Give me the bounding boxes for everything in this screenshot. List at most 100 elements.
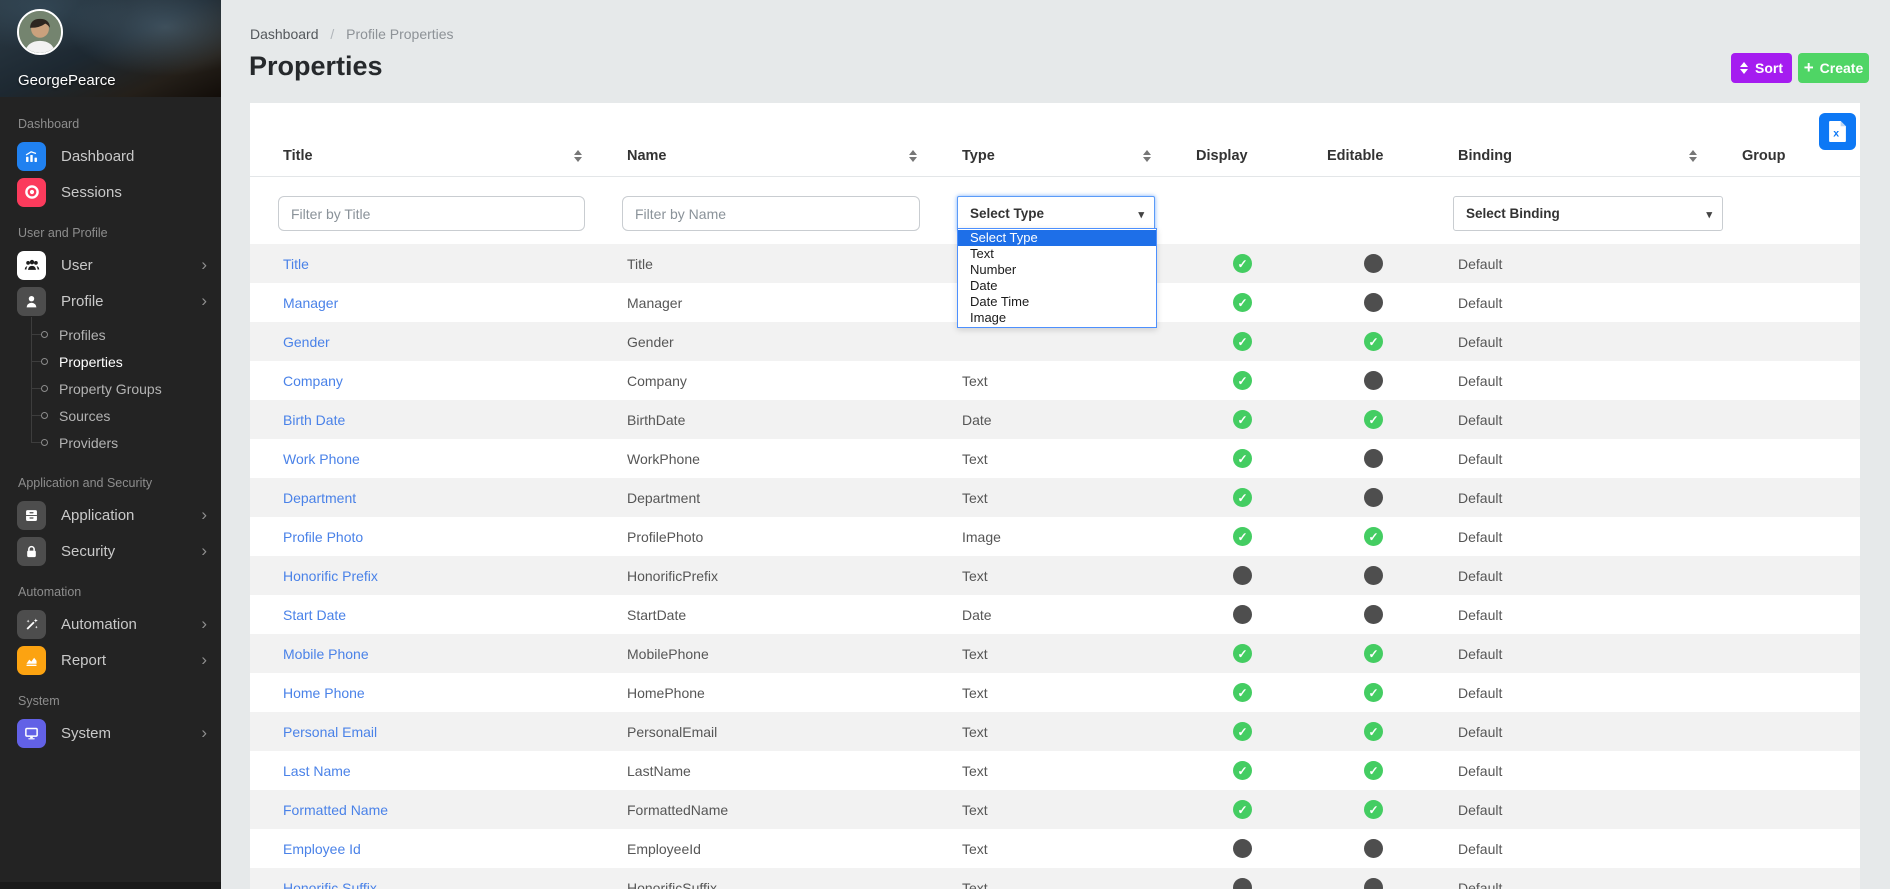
type-option[interactable]: Text [958,246,1156,262]
cell-editable [1294,478,1425,517]
cell-name: FormattedName [594,790,929,829]
property-title-link[interactable]: Honorific Prefix [283,568,378,584]
cell-editable [1294,790,1425,829]
sidebar-subitem-providers[interactable]: Providers [0,429,221,456]
user-name[interactable]: GeorgePearce [18,72,116,89]
cell-type: Date [929,595,1163,634]
property-title-link[interactable]: Work Phone [283,451,360,467]
table-row: Personal EmailPersonalEmailTextDefault [250,712,1860,751]
sidebar-item-user[interactable]: User [0,247,221,283]
column-header-label: Title [283,148,313,164]
cell-display [1163,439,1294,478]
sidebar-subitem-sources[interactable]: Sources [0,402,221,429]
sidebar-subitem-properties[interactable]: Properties [0,348,221,375]
sidebar-section-label: Automation [0,569,221,606]
cell-group [1709,517,1860,556]
filter-name-input[interactable] [622,196,920,231]
property-title-link[interactable]: Personal Email [283,724,377,740]
properties-table-card: x TitleNameTypeDisplayEditableBindingGro… [250,103,1860,889]
type-select[interactable]: Select Type [957,196,1155,231]
avatar[interactable] [17,9,63,55]
binding-select[interactable]: Select Binding [1453,196,1723,231]
property-title-link[interactable]: Manager [283,295,338,311]
users-icon [17,251,46,280]
table-row: Employee IdEmployeeIdTextDefault [250,829,1860,868]
cell-binding: Default [1425,400,1709,439]
column-header-name: Name [594,139,929,177]
cell-editable [1294,595,1425,634]
chevron-right-icon [201,724,207,743]
cell-type: Date [929,400,1163,439]
property-title-link[interactable]: Company [283,373,343,389]
property-title-link[interactable]: Department [283,490,356,506]
bullet-circle-icon [41,331,48,338]
column-header-display: Display [1163,139,1294,177]
display-check-circle-icon [1233,410,1252,429]
cell-editable [1294,439,1425,478]
cell-name: Title [594,244,929,283]
sidebar-item-label: Automation [61,616,201,633]
column-sort-icon[interactable] [1143,150,1151,162]
export-excel-button[interactable]: x [1819,113,1856,150]
caret-down-icon [1706,206,1712,221]
property-title-link[interactable]: Home Phone [283,685,365,701]
create-button[interactable]: Create [1798,53,1869,83]
sidebar-subitem-profiles[interactable]: Profiles [0,321,221,348]
cell-name: LastName [594,751,929,790]
property-title-link[interactable]: Profile Photo [283,529,363,545]
sidebar-item-label: Dashboard [61,148,207,165]
type-option[interactable]: Number [958,262,1156,278]
property-title-link[interactable]: Honorific Suffix [283,880,377,889]
breadcrumb-dashboard[interactable]: Dashboard [250,26,319,42]
breadcrumb: Dashboard / Profile Properties [250,26,454,42]
cell-display [1163,673,1294,712]
tree-line [31,334,41,335]
property-title-link[interactable]: Mobile Phone [283,646,369,662]
sidebar-item-application[interactable]: Application [0,497,221,533]
filter-title-input[interactable] [278,196,585,231]
sidebar-item-dashboard[interactable]: Dashboard [0,138,221,174]
cell-display [1163,751,1294,790]
property-title-link[interactable]: Start Date [283,607,346,623]
table-header-row: TitleNameTypeDisplayEditableBindingGroup [250,139,1860,177]
sidebar-item-profile[interactable]: Profile [0,283,221,319]
cell-type: Text [929,556,1163,595]
cell-editable [1294,751,1425,790]
column-sort-icon[interactable] [909,150,917,162]
sidebar-item-label: Report [61,652,201,669]
page-title: Properties [249,51,383,82]
sidebar-item-label: System [61,725,201,742]
cell-display [1163,283,1294,322]
property-title-link[interactable]: Formatted Name [283,802,388,818]
sidebar-subitem-property-groups[interactable]: Property Groups [0,375,221,402]
sidebar-section-label: System [0,678,221,715]
property-title-link[interactable]: Last Name [283,763,351,779]
sidebar-item-system[interactable]: System [0,715,221,751]
type-option[interactable]: Select Type [958,230,1156,246]
sidebar-item-report[interactable]: Report [0,642,221,678]
sidebar-item-automation[interactable]: Automation [0,606,221,642]
type-option[interactable]: Image [958,310,1156,326]
cell-binding: Default [1425,322,1709,361]
chevron-right-icon [201,506,207,525]
cell-editable [1294,322,1425,361]
type-option[interactable]: Date [958,278,1156,294]
type-option[interactable]: Date Time [958,294,1156,310]
sort-button[interactable]: Sort [1731,53,1792,83]
bullet-circle-icon [41,358,48,365]
column-sort-icon[interactable] [574,150,582,162]
editable-check-circle-icon [1364,722,1383,741]
property-title-link[interactable]: Gender [283,334,330,350]
main-content: Dashboard / Profile Properties Propertie… [221,0,1890,889]
sidebar-item-security[interactable]: Security [0,533,221,569]
property-title-link[interactable]: Birth Date [283,412,345,428]
sidebar-item-sessions[interactable]: Sessions [0,174,221,210]
column-sort-icon[interactable] [1689,150,1697,162]
cell-type: Text [929,712,1163,751]
editable-off-circle-icon [1364,566,1383,585]
property-title-link[interactable]: Title [283,256,309,272]
cell-name: ProfilePhoto [594,517,929,556]
editable-check-circle-icon [1364,683,1383,702]
cell-display [1163,478,1294,517]
property-title-link[interactable]: Employee Id [283,841,361,857]
